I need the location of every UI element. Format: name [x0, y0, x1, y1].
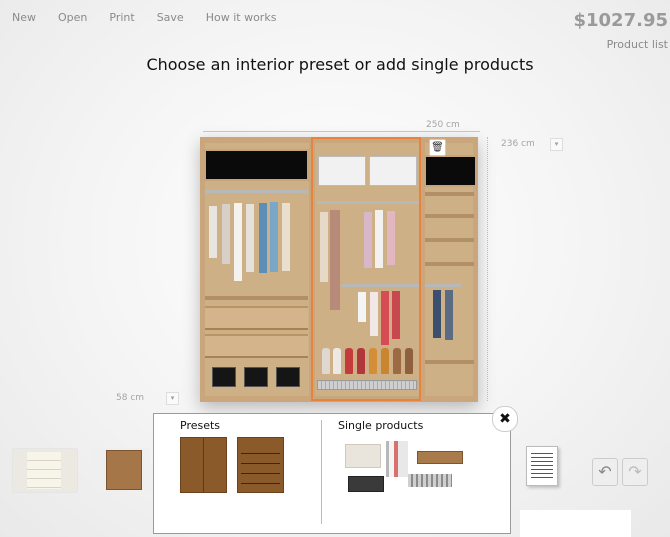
print-menu-item[interactable]: Print	[109, 11, 134, 24]
hanging-clothes	[234, 203, 242, 281]
undo-icon[interactable]: ↶	[592, 458, 618, 486]
preset-option-1[interactable]	[180, 437, 227, 493]
status-area	[520, 510, 631, 537]
thumbnail-drawers	[27, 452, 61, 489]
page-title: Choose an interior preset or add single …	[146, 55, 534, 74]
document-icon[interactable]	[526, 446, 558, 486]
new-menu-item[interactable]: New	[12, 11, 36, 24]
hanging-clothes	[270, 202, 278, 272]
shelf	[425, 238, 474, 242]
height-dropdown-icon[interactable]: ▾	[550, 138, 563, 151]
storage-box	[276, 367, 300, 387]
single-products-heading: Single products	[338, 419, 424, 432]
hanging-clothes	[222, 204, 230, 264]
product-hangers-image[interactable]	[386, 441, 408, 477]
document-lines	[531, 453, 553, 479]
wardrobe-thumbnail-wood[interactable]	[92, 448, 150, 491]
product-shoe-rack-image[interactable]	[408, 474, 452, 487]
preset-shelves	[241, 444, 280, 488]
shelf	[205, 296, 308, 300]
width-dimension-label: 250 cm	[426, 120, 460, 130]
trash-icon[interactable]: 🗑	[429, 139, 446, 156]
hanging-clothes	[259, 203, 267, 273]
hanging-clothes	[445, 290, 453, 340]
drawer	[205, 306, 308, 330]
hanging-clothes	[246, 204, 254, 272]
redo-icon[interactable]: ↷	[622, 458, 648, 486]
open-menu-item[interactable]: Open	[58, 11, 87, 24]
how-it-works-menu-item[interactable]: How it works	[206, 11, 277, 24]
drawer	[205, 334, 308, 358]
shelf	[425, 192, 474, 196]
preset-divider	[203, 438, 204, 492]
wardrobe-thumbnail-white[interactable]	[12, 448, 78, 493]
width-dimension-line	[203, 131, 480, 132]
clothes-rail	[425, 284, 461, 287]
hanging-clothes	[209, 206, 217, 258]
black-storage-box	[204, 149, 309, 181]
preset-option-2[interactable]	[237, 437, 284, 493]
black-storage-box	[424, 155, 477, 187]
height-dimension-line	[487, 137, 488, 401]
top-menu: New Open Print Save How it works	[12, 11, 298, 24]
thumbnail-frame	[106, 450, 142, 490]
product-boxes-image[interactable]	[345, 444, 381, 468]
height-dimension-label: 236 cm	[501, 139, 535, 149]
save-menu-item[interactable]: Save	[157, 11, 184, 24]
product-list-link[interactable]: Product list	[607, 38, 668, 51]
presets-heading: Presets	[180, 419, 221, 432]
product-basket-image[interactable]	[348, 476, 384, 492]
depth-dimension-label: 58 cm	[116, 393, 145, 403]
selected-section-outline[interactable]	[311, 137, 421, 401]
shelf	[425, 262, 474, 266]
close-icon[interactable]: ✖	[492, 406, 518, 432]
storage-box	[212, 367, 236, 387]
depth-dropdown-icon[interactable]: ▾	[166, 392, 179, 405]
shelf	[425, 214, 474, 218]
product-tray-image[interactable]	[417, 451, 463, 464]
shelf	[425, 360, 474, 364]
hanging-clothes	[282, 203, 290, 271]
total-price: $1027.95	[573, 10, 668, 31]
storage-box	[244, 367, 268, 387]
hanging-clothes	[433, 290, 441, 338]
panel-divider	[321, 420, 322, 524]
clothes-rail	[205, 190, 308, 193]
